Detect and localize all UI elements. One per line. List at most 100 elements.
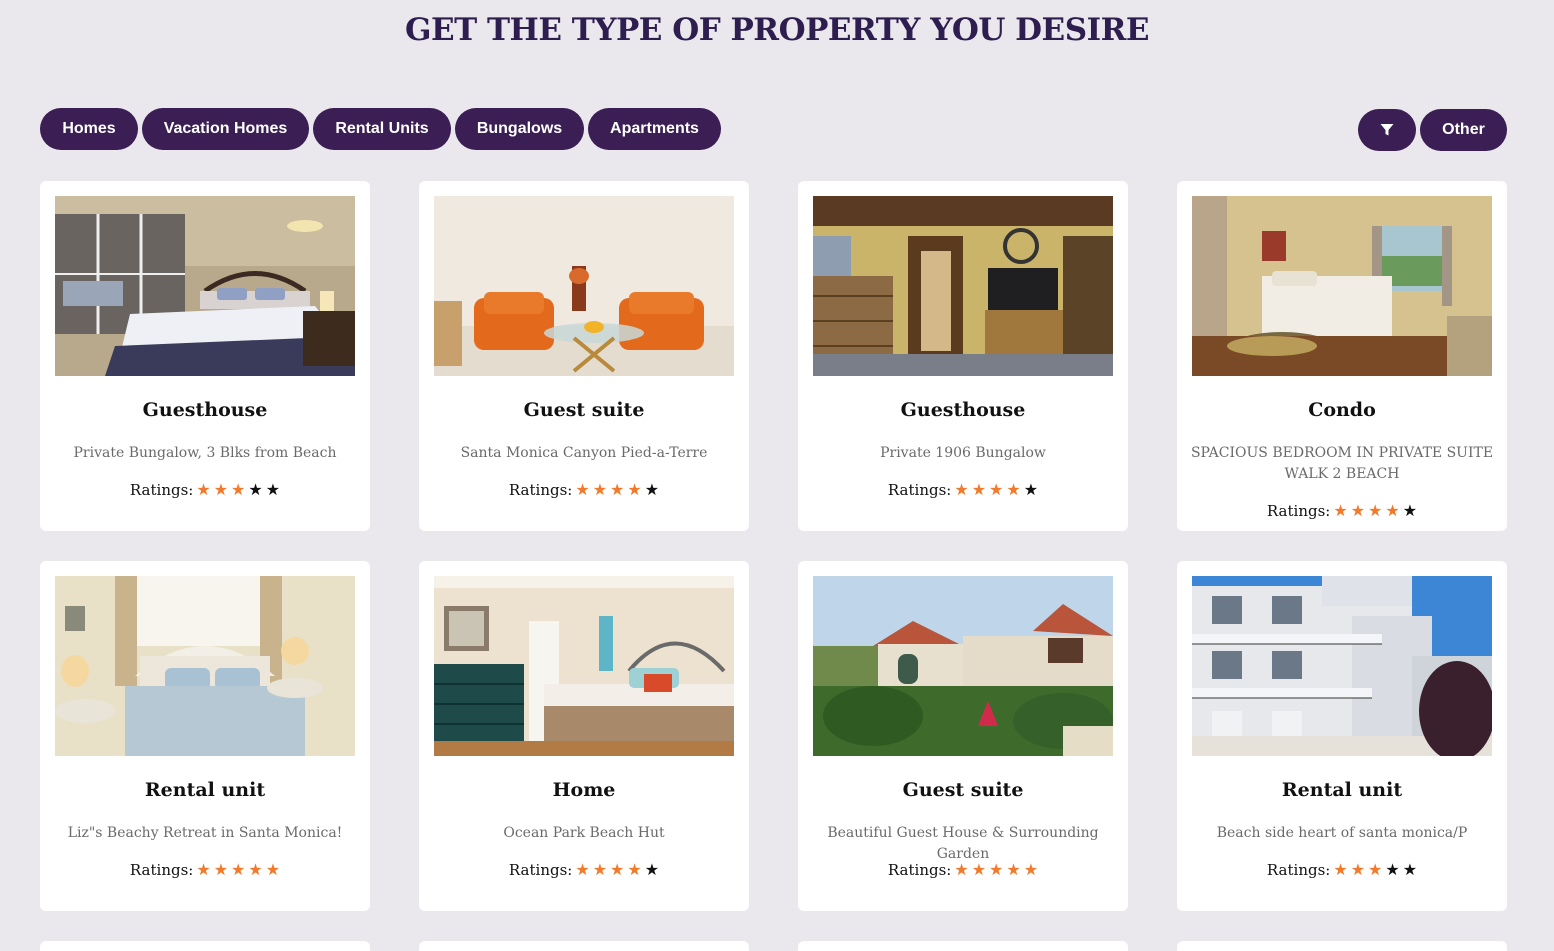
property-ratings: Ratings: ★ ★ ★ ★ ★ <box>419 480 749 499</box>
property-type: Guesthouse <box>142 399 268 421</box>
bedroom-photo <box>55 576 355 756</box>
star-icon: ★ <box>989 860 1004 879</box>
property-image[interactable] <box>813 196 1113 376</box>
filter-rental-units-button[interactable]: Rental Units <box>313 108 451 150</box>
property-image[interactable] <box>55 196 355 376</box>
property-card[interactable]: Rental unit Liz"s Beachy Retreat in Sant… <box>40 561 370 911</box>
ratings-label: Ratings: <box>508 860 573 879</box>
star-icon: ★ <box>954 860 969 879</box>
star-icon: ★ <box>592 860 608 879</box>
star-icon: ★ <box>627 860 642 879</box>
star-icon: ★ <box>954 480 969 499</box>
star-icon: ★ <box>1006 480 1021 499</box>
property-card[interactable]: Home Ocean Park Beach Hut Ratings: ★ ★ ★… <box>419 561 749 911</box>
star-icon: ★ <box>592 480 608 499</box>
property-type: Guesthouse <box>900 399 1026 421</box>
property-ratings: Ratings: ★ ★ ★ ★ ★ <box>40 480 370 499</box>
star-icon: ★ <box>989 480 1004 499</box>
property-type: Guest suite <box>902 779 1024 801</box>
star-icon: ★ <box>1385 501 1400 520</box>
property-card[interactable] <box>419 941 749 951</box>
property-image[interactable] <box>434 196 734 376</box>
star-icon: ★ <box>213 480 229 499</box>
bedroom-photo <box>813 196 1113 376</box>
star-icon: ★ <box>248 860 263 879</box>
star-icon: ★ <box>971 860 987 879</box>
filter-vacation-homes-button[interactable]: Vacation Homes <box>142 108 309 150</box>
star-icon: ★ <box>1402 860 1418 879</box>
page-title: GET THE TYPE OF PROPERTY YOU DESIRE <box>405 12 1149 48</box>
property-card[interactable]: Guest suite Santa Monica Canyon Pied-a-T… <box>419 181 749 531</box>
filter-toggle-button[interactable] <box>1358 109 1416 151</box>
star-icon: ★ <box>1023 480 1039 499</box>
property-card[interactable] <box>1177 941 1507 951</box>
property-image[interactable] <box>1192 576 1492 756</box>
property-type: Guest suite <box>523 399 645 421</box>
property-card[interactable] <box>798 941 1128 951</box>
property-title: Liz"s Beachy Retreat in Santa Monica! <box>67 825 343 841</box>
property-ratings: Ratings: ★ ★ ★ ★ ★ <box>419 860 749 879</box>
property-title: Beautiful Guest House & Surrounding Gard… <box>827 825 1099 862</box>
bedroom-photo <box>434 576 734 756</box>
star-icon: ★ <box>1333 501 1348 520</box>
house-exterior-photo <box>813 576 1113 756</box>
other-button[interactable]: Other <box>1420 109 1507 151</box>
ratings-label: Ratings: <box>129 480 194 499</box>
property-title: Ocean Park Beach Hut <box>503 825 665 841</box>
filter-homes-button[interactable]: Homes <box>40 108 138 150</box>
filter-icon <box>1380 124 1394 136</box>
property-ratings: Ratings: ★ ★ ★ ★ ★ <box>1177 860 1507 879</box>
star-icon: ★ <box>231 480 246 499</box>
star-icon: ★ <box>610 860 625 879</box>
bedroom-photo <box>55 196 355 376</box>
ratings-label: Ratings: <box>1266 501 1331 520</box>
property-type: Rental unit <box>144 779 266 801</box>
star-icon: ★ <box>213 860 229 879</box>
property-card[interactable]: Rental unit Beach side heart of santa mo… <box>1177 561 1507 911</box>
star-icon: ★ <box>196 480 211 499</box>
property-title: Santa Monica Canyon Pied-a-Terre <box>460 445 708 461</box>
property-title: Beach side heart of santa monica/P <box>1216 825 1468 841</box>
property-type: Rental unit <box>1281 779 1403 801</box>
star-icon: ★ <box>1368 860 1383 879</box>
property-card[interactable] <box>40 941 370 951</box>
apartment-building-photo <box>1192 576 1492 756</box>
star-icon: ★ <box>575 860 590 879</box>
property-card[interactable]: Guesthouse Private Bungalow, 3 Blks from… <box>40 181 370 531</box>
ratings-label: Ratings: <box>1266 860 1331 879</box>
property-card[interactable]: Condo SPACIOUS BEDROOM IN PRIVATE SUITE … <box>1177 181 1507 531</box>
filter-bungalows-button[interactable]: Bungalows <box>455 108 584 150</box>
star-icon: ★ <box>1023 860 1039 879</box>
star-icon: ★ <box>1333 860 1348 879</box>
star-icon: ★ <box>1368 501 1383 520</box>
star-icon: ★ <box>610 480 625 499</box>
star-icon: ★ <box>644 860 660 879</box>
property-image[interactable] <box>1192 196 1492 376</box>
star-icon: ★ <box>575 480 590 499</box>
star-icon: ★ <box>971 480 987 499</box>
star-icon: ★ <box>231 860 246 879</box>
filter-apartments-button[interactable]: Apartments <box>588 108 721 150</box>
property-ratings: Ratings: ★ ★ ★ ★ ★ <box>40 860 370 879</box>
property-type: Home <box>552 779 616 801</box>
star-icon: ★ <box>196 860 211 879</box>
star-icon: ★ <box>265 480 281 499</box>
star-icon: ★ <box>644 480 660 499</box>
filter-bar: Homes Vacation Homes Rental Units Bungal… <box>40 108 1507 151</box>
ratings-label: Ratings: <box>508 480 573 499</box>
property-ratings: Ratings: ★ ★ ★ ★ ★ <box>798 480 1128 499</box>
star-icon: ★ <box>627 480 642 499</box>
star-icon: ★ <box>1402 501 1418 520</box>
property-image[interactable] <box>813 576 1113 756</box>
property-image[interactable] <box>55 576 355 756</box>
star-icon: ★ <box>248 480 263 499</box>
property-card[interactable]: Guesthouse Private 1906 Bungalow Ratings… <box>798 181 1128 531</box>
property-ratings: Ratings: ★ ★ ★ ★ ★ <box>798 860 1128 879</box>
property-card[interactable]: Guest suite Beautiful Guest House & Surr… <box>798 561 1128 911</box>
ratings-label: Ratings: <box>129 860 194 879</box>
star-icon: ★ <box>1006 860 1021 879</box>
bedroom-photo <box>1192 196 1492 376</box>
property-title: Private 1906 Bungalow <box>880 445 1046 461</box>
property-image[interactable] <box>434 576 734 756</box>
ratings-label: Ratings: <box>887 860 952 879</box>
